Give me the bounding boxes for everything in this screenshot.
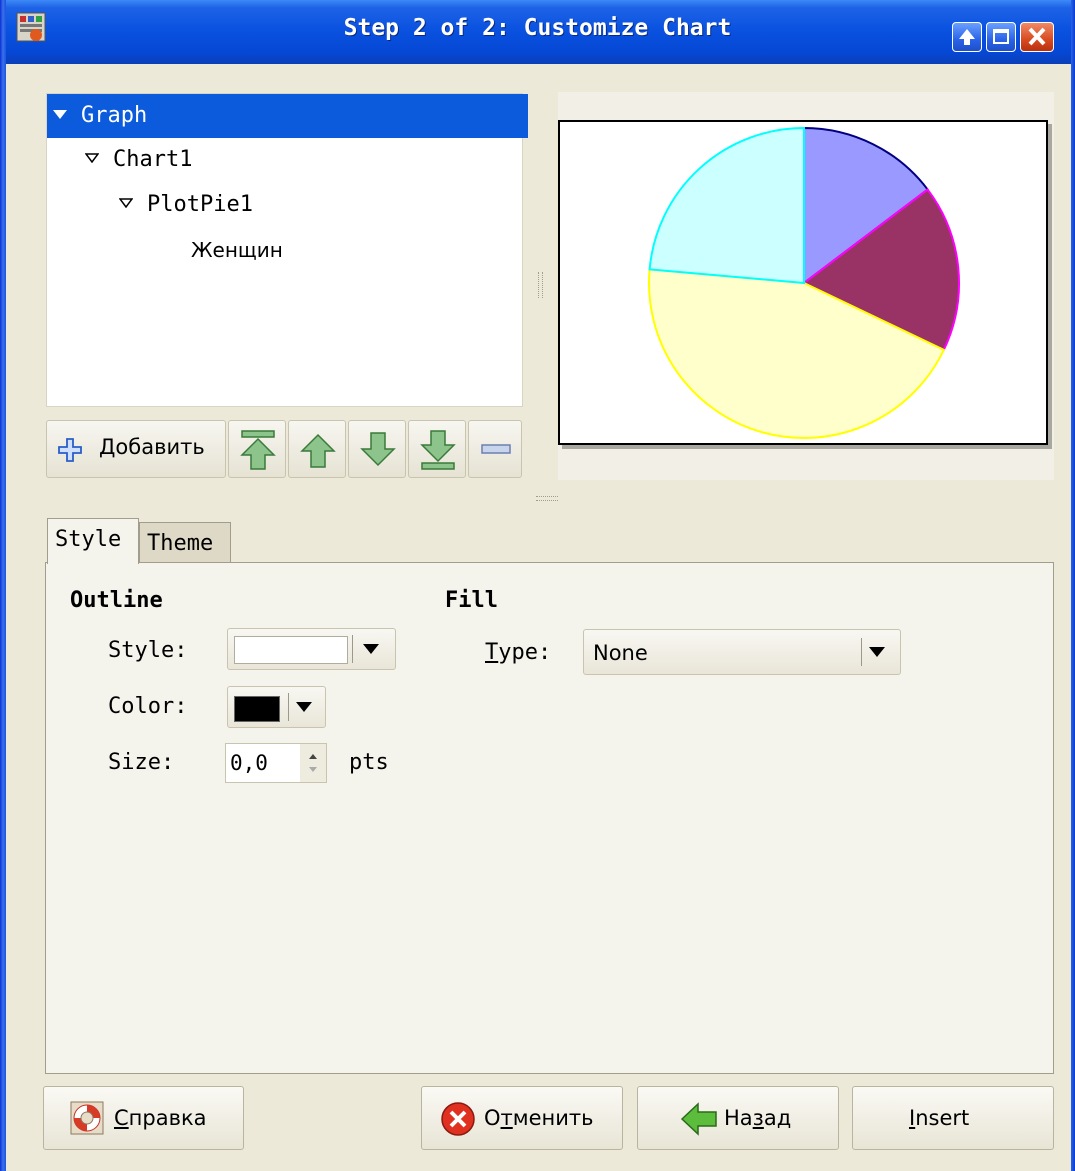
move-up-button[interactable] bbox=[288, 420, 346, 478]
help-button[interactable]: Справка bbox=[43, 1086, 244, 1150]
tree-item-series[interactable]: Женщин bbox=[47, 228, 283, 272]
tree-item-graph[interactable]: Graph bbox=[47, 94, 528, 138]
arrow-left-icon bbox=[680, 1102, 717, 1136]
minus-icon bbox=[481, 444, 511, 454]
tab-style[interactable]: Style bbox=[47, 518, 139, 564]
move-to-bottom-button[interactable] bbox=[408, 420, 466, 478]
fill-type-combo[interactable]: None bbox=[583, 629, 901, 675]
cancel-button[interactable]: Отменить bbox=[421, 1086, 623, 1150]
cancel-label: менить bbox=[512, 1106, 594, 1130]
arrow-up-icon bbox=[959, 29, 975, 45]
fill-heading: Fill bbox=[445, 588, 498, 613]
type-label-text: ype: bbox=[498, 640, 552, 665]
pane-splitter-horizontal[interactable] bbox=[536, 496, 558, 501]
add-label: обавить bbox=[115, 435, 205, 459]
move-to-top-button[interactable] bbox=[228, 420, 286, 478]
tree-item-label: Graph bbox=[81, 103, 148, 128]
chart-preview-area bbox=[558, 92, 1054, 480]
pane-splitter-vertical[interactable] bbox=[538, 272, 543, 298]
style-panel bbox=[45, 562, 1054, 1074]
expander-icon[interactable] bbox=[85, 153, 99, 163]
add-accel: Д bbox=[99, 435, 116, 459]
pie-slice-4 bbox=[648, 126, 805, 285]
tree-item-label: PlotPie1 bbox=[147, 192, 253, 217]
cancel-icon bbox=[441, 1102, 475, 1136]
size-value[interactable]: 0,0 bbox=[230, 751, 268, 775]
back-label-pre: На bbox=[724, 1106, 753, 1130]
close-button[interactable] bbox=[1020, 22, 1054, 52]
roll-up-button[interactable] bbox=[952, 22, 982, 52]
back-button[interactable]: Назад bbox=[637, 1086, 839, 1150]
tab-theme[interactable]: Theme bbox=[139, 522, 231, 564]
line-style-combo[interactable] bbox=[227, 628, 396, 670]
plus-icon bbox=[58, 438, 82, 462]
type-accel: T bbox=[485, 640, 499, 665]
title-bar[interactable]: Step 2 of 2: Customize Chart bbox=[0, 0, 1075, 64]
arrow-down-icon bbox=[360, 432, 396, 467]
insert-label: nsert bbox=[915, 1106, 970, 1130]
outline-heading: Outline bbox=[70, 588, 163, 613]
back-label: ад bbox=[763, 1106, 792, 1130]
window-frame-left bbox=[0, 0, 6, 1171]
tree-item-chart1[interactable]: Chart1 bbox=[47, 138, 192, 182]
combo-separator bbox=[288, 693, 289, 721]
remove-button[interactable] bbox=[468, 420, 522, 478]
size-label: Size: bbox=[108, 750, 175, 775]
cancel-accel: т bbox=[500, 1106, 513, 1130]
expander-icon[interactable] bbox=[53, 109, 67, 119]
pie-chart bbox=[648, 126, 960, 440]
window-frame-right bbox=[1071, 0, 1075, 1171]
chevron-down-icon bbox=[869, 647, 885, 657]
tree-item-label: Chart1 bbox=[113, 147, 193, 172]
fill-type-value: None bbox=[593, 641, 648, 665]
maximize-icon bbox=[993, 29, 1009, 44]
arrow-up-icon bbox=[300, 433, 336, 468]
add-button[interactable]: Добавить bbox=[46, 420, 226, 478]
help-accel: С bbox=[114, 1106, 129, 1130]
close-icon bbox=[1028, 27, 1046, 46]
chevron-down-icon bbox=[363, 644, 379, 654]
lifebuoy-icon bbox=[70, 1101, 104, 1135]
move-down-button[interactable] bbox=[348, 420, 406, 478]
size-unit: pts bbox=[349, 750, 389, 775]
window-title: Step 2 of 2: Customize Chart bbox=[343, 15, 732, 41]
spin-buttons[interactable] bbox=[300, 744, 326, 782]
spin-arrows-icon[interactable] bbox=[300, 744, 326, 782]
move-to-top-icon bbox=[240, 430, 276, 470]
chart-preview bbox=[558, 120, 1048, 445]
help-label: правка bbox=[128, 1106, 207, 1130]
combo-separator bbox=[861, 638, 862, 666]
fill-type-label: Type: bbox=[485, 640, 551, 665]
expander-icon[interactable] bbox=[119, 198, 133, 208]
line-style-swatch bbox=[234, 636, 348, 664]
chart-tree[interactable]: Graph Chart1 PlotPie1 Женщин bbox=[46, 93, 528, 407]
chevron-down-icon bbox=[296, 702, 312, 712]
combo-separator bbox=[352, 635, 353, 663]
style-label: Style: bbox=[108, 638, 188, 663]
color-label: Color: bbox=[108, 694, 188, 719]
maximize-button[interactable] bbox=[986, 22, 1016, 52]
insert-button[interactable]: Insert bbox=[852, 1086, 1054, 1150]
tree-item-plotpie1[interactable]: PlotPie1 bbox=[47, 183, 253, 227]
cancel-label-pre: О bbox=[484, 1106, 501, 1130]
move-to-bottom-icon bbox=[420, 430, 456, 470]
outline-color-button[interactable] bbox=[227, 686, 326, 728]
back-accel: з bbox=[752, 1106, 764, 1130]
color-swatch bbox=[234, 696, 280, 722]
size-spinner[interactable]: 0,0 bbox=[225, 743, 327, 783]
tree-item-label: Женщин bbox=[191, 238, 283, 262]
